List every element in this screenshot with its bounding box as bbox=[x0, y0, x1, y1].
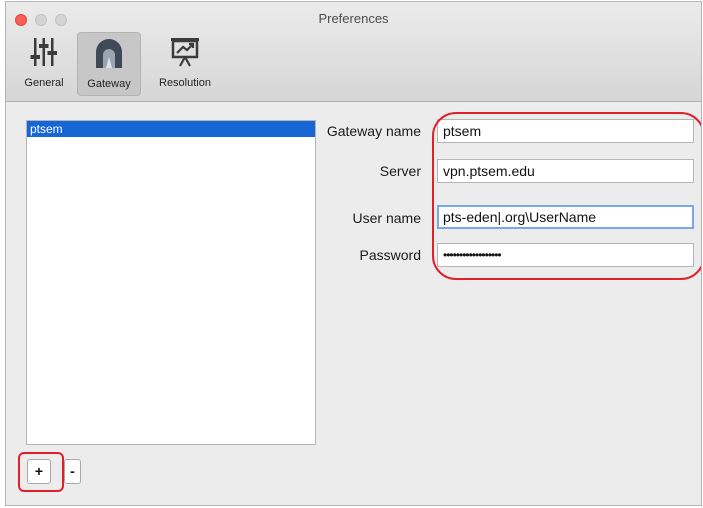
user-name-label: User name bbox=[352, 210, 421, 226]
server-label: Server bbox=[379, 163, 421, 179]
remove-gateway-button[interactable]: - bbox=[64, 459, 81, 484]
annotation-highlight-form bbox=[432, 112, 701, 280]
tab-resolution-label: Resolution bbox=[159, 77, 211, 89]
tab-gateway[interactable]: Gateway bbox=[77, 32, 141, 96]
gateway-name-label: Gateway name bbox=[326, 123, 421, 139]
tab-general-label: General bbox=[24, 77, 64, 89]
preferences-window: Preferences General Gateway Resolution p… bbox=[5, 1, 702, 506]
password-label: Password bbox=[359, 247, 421, 263]
annotation-highlight-add-button bbox=[18, 452, 64, 492]
toolbar: Preferences General Gateway Resolution bbox=[6, 2, 701, 102]
tunnel-icon bbox=[96, 39, 122, 68]
tab-resolution[interactable]: Resolution bbox=[146, 32, 224, 96]
tab-general[interactable]: General bbox=[16, 32, 72, 96]
sliders-icon bbox=[30, 38, 57, 66]
window-title: Preferences bbox=[318, 11, 389, 26]
gateway-list[interactable]: ptsem bbox=[26, 120, 316, 445]
tab-gateway-label: Gateway bbox=[87, 78, 131, 90]
monitor-icon bbox=[171, 38, 199, 67]
gateway-list-item[interactable]: ptsem bbox=[27, 121, 315, 137]
